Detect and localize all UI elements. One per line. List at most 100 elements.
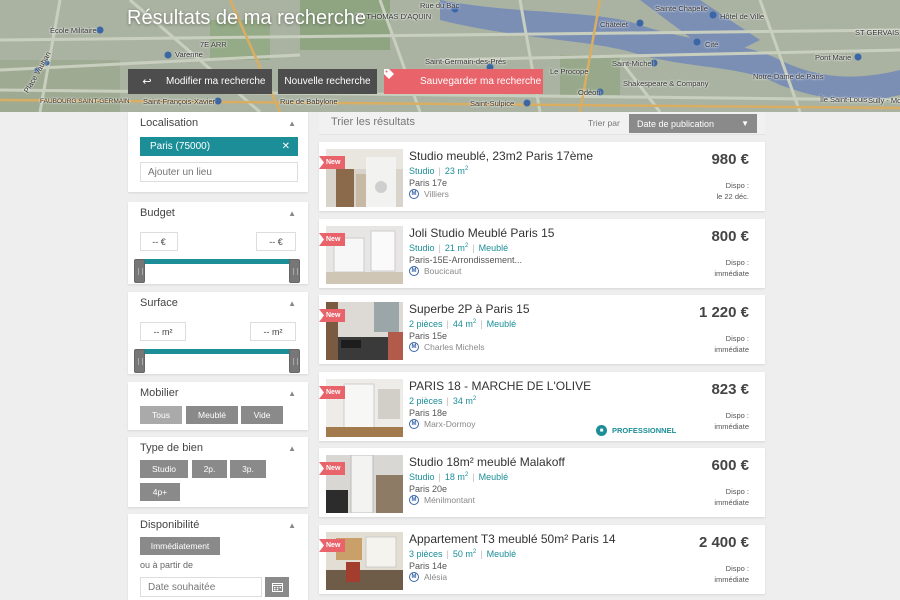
budget-slider-max-handle[interactable]	[289, 259, 300, 283]
listing-metro: M Marx-Dormoy	[409, 419, 475, 429]
listing-price: 800 €	[711, 228, 749, 245]
mobilier-option-tous[interactable]: Tous	[140, 406, 182, 424]
listing-metro-station: Villiers	[424, 189, 449, 199]
listing-furnished: Meublé	[486, 319, 517, 329]
map-label-notre-dame: Notre-Dame de Paris	[753, 72, 824, 81]
page-title: Résultats de ma recherche	[127, 7, 367, 29]
listing-card[interactable]: New Appartement T3 meublé 50m² Paris 14 …	[319, 525, 765, 594]
listing-title[interactable]: Studio 18m² meublé Malakoff	[409, 455, 565, 469]
mobilier-option-meuble[interactable]: Meublé	[186, 406, 238, 424]
map-label-hotel-de-ville: Hôtel de Ville	[720, 12, 765, 21]
listing-price: 600 €	[711, 457, 749, 474]
chevron-up-icon[interactable]: ▲	[288, 389, 296, 398]
surface-slider-max-handle[interactable]	[289, 349, 300, 373]
listing-metro-station: Boucicaut	[424, 266, 462, 276]
budget-slider-min-handle[interactable]	[134, 259, 145, 283]
calendar-icon[interactable]	[265, 577, 289, 597]
modify-search-button[interactable]: ↩ Modifier ma recherche	[128, 69, 272, 94]
chevron-up-icon[interactable]: ▲	[288, 444, 296, 453]
listing-dispo-label: Dispo :	[725, 181, 749, 190]
filter-type-bien-header[interactable]: Type de bien ▲	[128, 437, 308, 459]
remove-tag-icon[interactable]: ✕	[282, 141, 290, 152]
save-search-label: Sauvegarder ma recherche	[420, 76, 542, 87]
listing-price: 2 400 €	[698, 534, 749, 551]
listing-type: Studio	[409, 243, 435, 253]
surface-max-input[interactable]: -- m²	[250, 322, 296, 341]
filter-type-bien-title: Type de bien	[140, 442, 203, 454]
surface-slider-track[interactable]	[142, 349, 296, 354]
map-label-chatelet: Châtelet	[600, 20, 628, 29]
filter-budget-header[interactable]: Budget ▲	[128, 202, 308, 224]
sort-select[interactable]: Date de publication ▼	[629, 114, 757, 133]
listing-title[interactable]: Joli Studio Meublé Paris 15	[409, 226, 554, 240]
listing-metro: M Boucicaut	[409, 266, 461, 276]
chevron-up-icon[interactable]: ▲	[288, 209, 296, 218]
chevron-up-icon[interactable]: ▲	[288, 119, 296, 128]
type-option-3p[interactable]: 3p.	[230, 460, 266, 478]
professional-badge: ■ PROFESSIONNEL	[596, 425, 676, 436]
modify-search-label: Modifier ma recherche	[166, 76, 266, 87]
listing-dispo-label: Dispo :	[725, 334, 749, 343]
listing-metro: M Charles Michels	[409, 342, 484, 352]
budget-min-input[interactable]: -- €	[140, 232, 178, 251]
surface-min-input[interactable]: -- m²	[140, 322, 186, 341]
listing-card[interactable]: New Superbe 2P à Paris 15 2 pièces | 44 m2…	[319, 295, 765, 364]
listing-card[interactable]: New Studio meublé, 23m2 Paris 17ème Stud…	[319, 142, 765, 211]
filter-disponibilite-header[interactable]: Disponibilité ▲	[128, 514, 308, 536]
listing-title[interactable]: PARIS 18 - MARCHE DE L'OLIVE	[409, 379, 591, 393]
type-option-2p[interactable]: 2p.	[192, 460, 227, 478]
listing-area: 34 m	[452, 396, 473, 406]
listing-card[interactable]: New Studio 18m² meublé Malakoff Studio | 1…	[319, 448, 765, 517]
mobilier-option-vide[interactable]: Vide	[241, 406, 283, 424]
metro-icon: M	[409, 266, 419, 276]
budget-max-input[interactable]: -- €	[256, 232, 296, 251]
new-badge: New	[319, 462, 346, 475]
filter-mobilier-title: Mobilier	[140, 387, 179, 399]
listing-title[interactable]: Superbe 2P à Paris 15	[409, 302, 530, 316]
surface-slider-min-handle[interactable]	[134, 349, 145, 373]
listing-meta: Studio | 23 m2	[409, 166, 469, 176]
listing-type: 3 pièces	[409, 549, 443, 559]
listing-metro: M Ménilmontant	[409, 495, 475, 505]
type-option-4p[interactable]: 4p+	[140, 483, 180, 501]
filter-surface-header[interactable]: Surface ▲	[128, 292, 308, 314]
map-label-ecole-militaire: École Militaire	[50, 26, 97, 35]
listing-furnished: Meublé	[478, 243, 509, 253]
listing-furnished: Meublé	[478, 472, 509, 482]
chevron-up-icon[interactable]: ▲	[288, 521, 296, 530]
listing-dispo-value: immédiate	[714, 269, 749, 278]
listing-city: Paris 17e	[409, 178, 448, 188]
budget-slider-track[interactable]	[142, 259, 296, 264]
listing-dispo-value: immédiate	[714, 575, 749, 584]
filter-mobilier-header[interactable]: Mobilier ▲	[128, 382, 308, 404]
listing-dispo: Dispo : le 22 déc.	[716, 180, 749, 202]
map-label-saint-germain-pres: Saint-Germain-des-Prés	[425, 57, 506, 66]
location-tag-label: Paris (75000)	[150, 141, 211, 152]
listing-card[interactable]: New Joli Studio Meublé Paris 15 Studio | 2…	[319, 219, 765, 288]
listing-meta: Studio | 21 m2 | Meublé	[409, 243, 509, 253]
listing-area: 18 m	[444, 472, 465, 482]
save-search-button[interactable]: Sauvegarder ma recherche	[384, 69, 543, 94]
building-icon: ■	[596, 425, 607, 436]
filter-localisation-header[interactable]: Localisation ▲	[128, 112, 308, 134]
type-option-studio[interactable]: Studio	[140, 460, 188, 478]
map-header[interactable]: École Militaire Varenne Place Vauban 7E …	[0, 0, 900, 112]
listing-area: 44 m	[452, 319, 473, 329]
listing-dispo: Dispo : immédiate	[714, 563, 749, 585]
listing-title[interactable]: Appartement T3 meublé 50m² Paris 14	[409, 532, 616, 546]
listing-card[interactable]: New PARIS 18 - MARCHE DE L'OLIVE 2 pièce…	[319, 372, 765, 441]
filter-surface: Surface ▲ -- m² -- m²	[128, 292, 308, 374]
listing-type: Studio	[409, 166, 435, 176]
filter-budget-title: Budget	[140, 207, 175, 219]
dispo-date-input[interactable]: Date souhaitée	[140, 577, 262, 597]
dispo-immediate-button[interactable]: Immédiatement	[140, 537, 220, 555]
listing-dispo: Dispo : immédiate	[714, 333, 749, 355]
sort-by-label: Trier par	[588, 118, 620, 128]
new-badge: New	[319, 539, 346, 552]
listing-dispo: Dispo : immédiate	[714, 486, 749, 508]
add-location-input[interactable]	[140, 162, 298, 182]
chevron-up-icon[interactable]: ▲	[288, 299, 296, 308]
listing-title[interactable]: Studio meublé, 23m2 Paris 17ème	[409, 149, 593, 163]
new-search-button[interactable]: Nouvelle recherche	[278, 69, 377, 94]
map-label-thomas-aquin: ST THOMAS D'AQUIN	[355, 12, 432, 21]
